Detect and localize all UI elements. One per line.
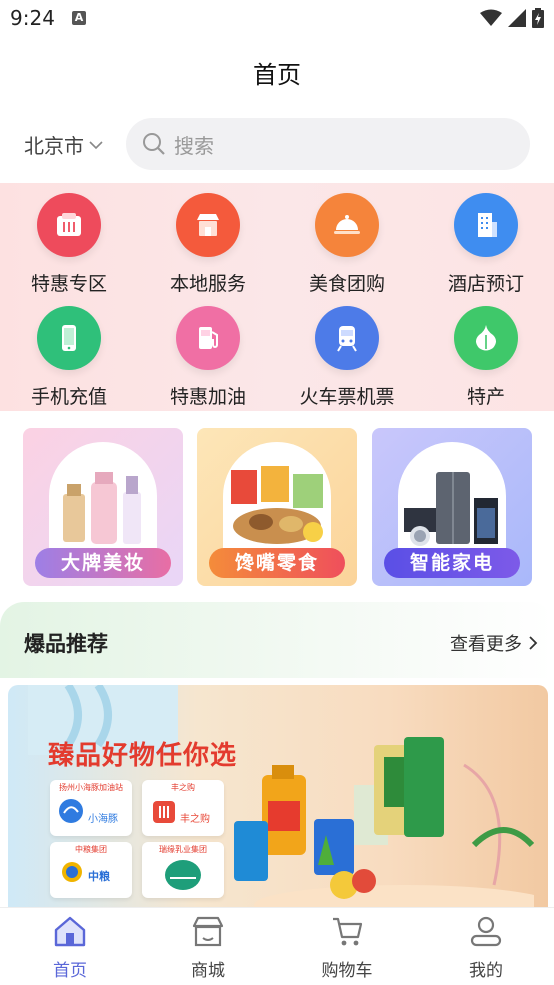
tab-label: 购物车 xyxy=(321,961,373,981)
ruiyuan-logo-icon xyxy=(165,860,201,890)
search-icon xyxy=(143,133,165,155)
brand-card-ruiyuan[interactable]: 瑞缘乳业集团 xyxy=(142,842,224,898)
fengzhigou-logo-icon xyxy=(153,801,175,823)
brand-card-cofco[interactable]: 中粮集团 中粮 xyxy=(50,842,132,898)
promo-card-cosmetics[interactable]: 大牌美妆 xyxy=(23,428,183,586)
garlic-icon xyxy=(454,306,518,370)
brand-label: 扬州小海豚加油站 xyxy=(59,783,123,792)
category-label: 手机充值 xyxy=(30,386,107,408)
city-selector[interactable]: 北京市 xyxy=(24,130,104,159)
ticket-icon xyxy=(37,193,101,257)
brand-name: 中粮 xyxy=(88,870,110,883)
promo-banner[interactable]: 臻品好物任你选 扬州小海豚加油站 小海豚 丰之购 丰之购 中粮集团 中粮 瑞缘乳… xyxy=(8,685,548,907)
cosmetics-icon xyxy=(63,472,141,544)
tab-home[interactable]: 首页 xyxy=(20,914,120,981)
category-label: 火车票机票 xyxy=(299,386,395,408)
category-label: 特惠加油 xyxy=(169,386,246,408)
category-tehui-zone[interactable]: 特惠专区 xyxy=(9,193,129,296)
category-label: 本地服务 xyxy=(169,273,246,295)
search-input[interactable]: 搜索 xyxy=(126,118,530,170)
category-phone-recharge[interactable]: 手机充值 xyxy=(9,306,129,409)
category-label: 酒店预订 xyxy=(447,273,524,295)
status-time: 9:24 xyxy=(10,6,55,30)
building-icon xyxy=(454,193,518,257)
status-bar: 9:24 A xyxy=(0,0,554,38)
wifi-icon xyxy=(480,9,502,26)
store-icon xyxy=(192,916,224,947)
dish-cover-icon xyxy=(315,193,379,257)
promo-label: 馋嘴零食 xyxy=(209,548,345,578)
view-more-link[interactable]: 查看更多 xyxy=(450,630,538,656)
brand-label: 中粮集团 xyxy=(75,845,107,854)
phone-icon xyxy=(37,306,101,370)
view-more-label: 查看更多 xyxy=(450,634,522,655)
city-label: 北京市 xyxy=(24,134,84,158)
category-fuel[interactable]: 特惠加油 xyxy=(148,306,268,409)
appliances-icon xyxy=(404,472,498,546)
promo-card-snacks[interactable]: 馋嘴零食 xyxy=(197,428,357,586)
promo-card-appliances[interactable]: 智能家电 xyxy=(372,428,532,586)
bottom-tab-bar: 首页 商城 购物车 我的 xyxy=(0,907,554,985)
brand-label: 瑞缘乳业集团 xyxy=(159,845,207,854)
shop-icon xyxy=(176,193,240,257)
banner-title: 臻品好物任你选 xyxy=(48,741,238,771)
groceries-illustration-icon xyxy=(234,737,534,907)
tab-label: 首页 xyxy=(53,961,87,981)
category-train-flight[interactable]: 火车票机票 xyxy=(287,306,407,409)
brand-label: 丰之购 xyxy=(171,783,195,792)
fuel-icon xyxy=(176,306,240,370)
category-label: 特惠专区 xyxy=(30,273,107,295)
hot-section-title: 爆品推荐 xyxy=(24,632,108,656)
category-hotel[interactable]: 酒店预订 xyxy=(426,193,546,296)
tab-cart[interactable]: 购物车 xyxy=(297,914,397,981)
category-label: 特产 xyxy=(466,386,505,408)
category-specialty[interactable]: 特产 xyxy=(426,306,546,409)
dolphin-logo-icon xyxy=(59,799,83,823)
page-title: 首页 xyxy=(253,61,301,89)
battery-icon xyxy=(532,8,544,28)
category-local-service[interactable]: 本地服务 xyxy=(148,193,268,296)
train-icon xyxy=(315,306,379,370)
chevron-right-icon xyxy=(529,636,538,650)
brand-name: 丰之购 xyxy=(180,814,210,825)
tab-store[interactable]: 商城 xyxy=(158,914,258,981)
snacks-icon xyxy=(231,466,323,544)
notification-badge: A xyxy=(72,11,86,25)
tab-label: 我的 xyxy=(469,961,503,981)
category-label: 美食团购 xyxy=(308,273,385,295)
home-icon xyxy=(54,916,86,947)
brand-name: 小海豚 xyxy=(88,814,118,825)
brand-card-fengzhigou[interactable]: 丰之购 丰之购 xyxy=(142,780,224,836)
signal-icon xyxy=(508,9,526,27)
cofco-logo-icon xyxy=(62,862,82,882)
cart-icon xyxy=(333,917,363,946)
search-placeholder: 搜索 xyxy=(174,133,214,158)
tab-profile[interactable]: 我的 xyxy=(436,914,536,981)
category-food-group[interactable]: 美食团购 xyxy=(287,193,407,296)
promo-label: 智能家电 xyxy=(384,548,520,578)
brand-card-dolphin[interactable]: 扬州小海豚加油站 小海豚 xyxy=(50,780,132,836)
promo-label: 大牌美妆 xyxy=(35,548,171,578)
user-icon xyxy=(470,916,502,947)
tab-label: 商城 xyxy=(191,961,225,981)
status-icons xyxy=(480,8,544,28)
chevron-down-icon xyxy=(89,140,103,149)
